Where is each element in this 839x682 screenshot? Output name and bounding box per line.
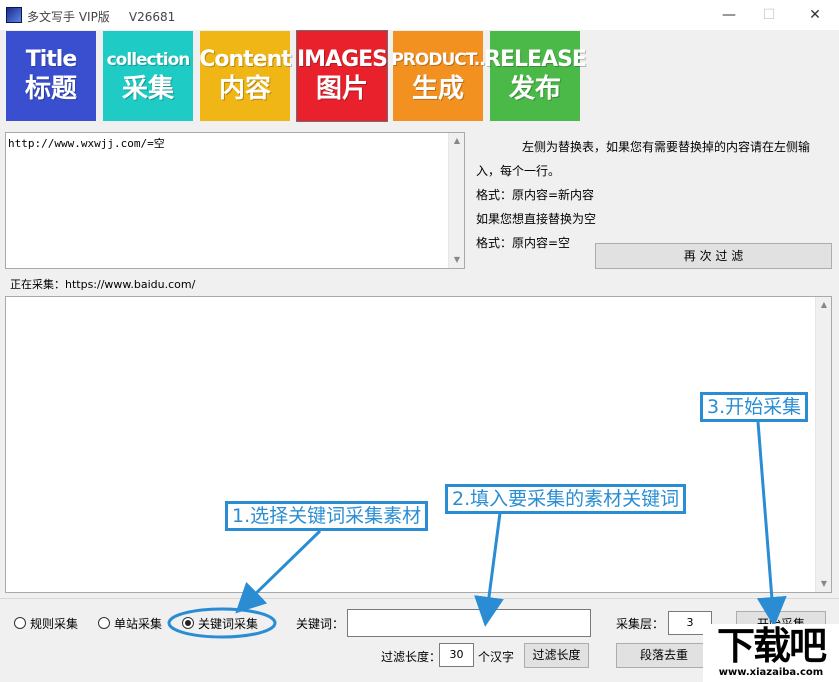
watermark-url: www.xiazaiba.com bbox=[703, 667, 839, 678]
step1-callout: 1.选择关键词采集素材 bbox=[225, 501, 428, 531]
watermark-brand: 下载吧 bbox=[703, 624, 839, 668]
annotation-overlay bbox=[0, 0, 839, 682]
watermark-logo: 下载吧 www.xiazaiba.com bbox=[703, 624, 839, 682]
step2-arrow bbox=[487, 513, 500, 612]
step3-callout: 3.开始采集 bbox=[700, 392, 808, 422]
step2-callout: 2.填入要采集的素材关键词 bbox=[445, 484, 686, 514]
step3-arrow bbox=[758, 422, 773, 612]
step1-arrow bbox=[246, 531, 320, 603]
keyword-mode-highlight bbox=[169, 609, 275, 637]
